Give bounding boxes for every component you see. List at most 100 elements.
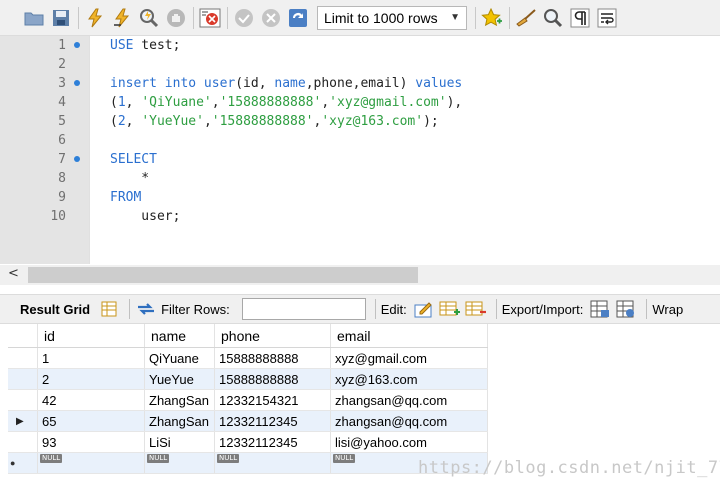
result-data-grid[interactable]: id name phone email 1 QiYuane 1588888888… bbox=[8, 324, 488, 474]
null-badge: NULL bbox=[40, 454, 63, 463]
table-row[interactable]: 1 QiYuane 15888888888 xyz@gmail.com bbox=[8, 348, 488, 369]
code-line-3: 3 insert into user(id, name,phone,email)… bbox=[0, 74, 720, 93]
column-header-name[interactable]: name bbox=[145, 324, 215, 347]
cell-name[interactable]: ZhangSan bbox=[145, 390, 215, 410]
code-line-1: 1 USE test; bbox=[0, 36, 720, 55]
watermark-text: https://blog.csdn.net/njit_77 bbox=[418, 458, 720, 478]
delete-row-icon[interactable] bbox=[465, 298, 487, 320]
cell-id[interactable]: 65 bbox=[38, 411, 145, 431]
line-number: 3 bbox=[58, 76, 66, 91]
table-row[interactable]: 2 YueYue 15888888888 xyz@163.com bbox=[8, 369, 488, 390]
edit-current-row-icon[interactable] bbox=[413, 298, 435, 320]
null-badge: NULL bbox=[217, 454, 240, 463]
cell-email[interactable]: lisi@yahoo.com bbox=[331, 432, 488, 452]
editor-horizontal-scrollbar[interactable]: < bbox=[0, 265, 720, 285]
scrollbar-thumb[interactable] bbox=[28, 267, 418, 283]
new-row-placeholder[interactable]: ● NULL NULL NULL NULL bbox=[8, 453, 488, 474]
code-text: (2, 'YueYue','15888888888','xyz@163.com'… bbox=[110, 114, 439, 129]
null-badge: NULL bbox=[333, 454, 356, 463]
line-number: 10 bbox=[50, 209, 66, 224]
cell-phone[interactable]: 15888888888 bbox=[215, 348, 331, 368]
invisible-chars-pilcrow-icon[interactable] bbox=[568, 6, 592, 30]
row-selector[interactable] bbox=[8, 348, 38, 368]
execute-lightning-icon[interactable] bbox=[83, 6, 107, 30]
grid-layout-icon[interactable] bbox=[98, 298, 120, 320]
cell-id[interactable]: 42 bbox=[38, 390, 145, 410]
panel-splitter[interactable] bbox=[0, 285, 720, 294]
line-number: 7 bbox=[58, 152, 66, 167]
line-number: 1 bbox=[58, 38, 66, 53]
toolbar-separator bbox=[475, 6, 476, 29]
commit-check-icon[interactable] bbox=[232, 6, 256, 30]
cell-phone[interactable]: 15888888888 bbox=[215, 369, 331, 389]
cell-name-null[interactable]: NULL bbox=[145, 453, 215, 473]
statement-marker-icon bbox=[74, 42, 80, 48]
cell-email[interactable]: zhangsan@qq.com bbox=[331, 390, 488, 410]
code-text: user; bbox=[110, 209, 181, 224]
line-number: 5 bbox=[58, 114, 66, 129]
cell-phone[interactable]: 12332112345 bbox=[215, 432, 331, 452]
code-text: (1, 'QiYuane','15888888888','xyz@gmail.c… bbox=[110, 95, 463, 110]
code-text: SELECT bbox=[110, 152, 157, 167]
limit-rows-select[interactable]: Limit to 1000 rows ▼ bbox=[317, 5, 467, 30]
toolbar-separator bbox=[646, 299, 648, 319]
column-header-phone[interactable]: phone bbox=[215, 324, 331, 347]
cell-phone[interactable]: 12332112345 bbox=[215, 411, 331, 431]
row-selector[interactable] bbox=[8, 432, 38, 452]
toolbar-separator bbox=[374, 299, 376, 319]
insert-row-icon[interactable] bbox=[439, 298, 461, 320]
sql-editor[interactable]: 1 USE test; 2 3 insert into user(id, nam… bbox=[0, 36, 720, 264]
cell-email[interactable]: xyz@gmail.com bbox=[331, 348, 488, 368]
limit-rows-value: Limit to 1000 rows bbox=[324, 9, 438, 26]
toggle-error-continue-icon[interactable] bbox=[198, 6, 222, 30]
row-selector-header[interactable] bbox=[8, 324, 38, 347]
code-line-10: 10 user; bbox=[0, 207, 720, 226]
code-line-9: 9 FROM bbox=[0, 188, 720, 207]
column-header-email[interactable]: email bbox=[331, 324, 488, 347]
table-row[interactable]: ▶ 65 ZhangSan 12332112345 zhangsan@qq.co… bbox=[8, 411, 488, 432]
cell-name[interactable]: QiYuane bbox=[145, 348, 215, 368]
execute-current-lightning-icon[interactable] bbox=[110, 6, 134, 30]
stop-hand-icon[interactable] bbox=[164, 6, 188, 30]
import-grid-icon[interactable] bbox=[615, 298, 637, 320]
current-row-arrow-icon[interactable]: ▶ bbox=[8, 411, 38, 431]
cell-id[interactable]: 93 bbox=[38, 432, 145, 452]
cell-phone-null[interactable]: NULL bbox=[215, 453, 331, 473]
null-badge: NULL bbox=[147, 454, 170, 463]
cell-name[interactable]: ZhangSan bbox=[145, 411, 215, 431]
export-grid-icon[interactable] bbox=[589, 298, 611, 320]
save-icon[interactable] bbox=[49, 6, 73, 30]
rollback-cancel-icon[interactable] bbox=[259, 6, 283, 30]
table-row[interactable]: 42 ZhangSan 12332154321 zhangsan@qq.com bbox=[8, 390, 488, 411]
refresh-arrows-icon[interactable] bbox=[135, 298, 157, 320]
row-selector[interactable] bbox=[8, 390, 38, 410]
open-folder-icon[interactable] bbox=[22, 6, 46, 30]
add-snippet-star-icon[interactable] bbox=[480, 6, 504, 30]
table-row[interactable]: 93 LiSi 12332112345 lisi@yahoo.com bbox=[8, 432, 488, 453]
result-grid-tab[interactable]: Result Grid bbox=[20, 302, 90, 317]
filter-rows-input[interactable] bbox=[241, 298, 366, 320]
cell-id-null[interactable]: NULL bbox=[38, 453, 145, 473]
cell-name[interactable]: YueYue bbox=[145, 369, 215, 389]
column-header-id[interactable]: id bbox=[38, 324, 145, 347]
code-text: USE test; bbox=[110, 38, 181, 53]
toolbar-separator bbox=[129, 299, 131, 319]
explain-magnifier-icon[interactable] bbox=[137, 6, 161, 30]
cell-id[interactable]: 2 bbox=[38, 369, 145, 389]
chevron-down-icon: ▼ bbox=[450, 12, 460, 23]
cell-phone[interactable]: 12332154321 bbox=[215, 390, 331, 410]
cell-email[interactable]: zhangsan@qq.com bbox=[331, 411, 488, 431]
word-wrap-icon[interactable] bbox=[595, 6, 619, 30]
grid-header-row: id name phone email bbox=[8, 324, 488, 348]
row-selector[interactable] bbox=[8, 369, 38, 389]
autocommit-toggle-icon[interactable] bbox=[286, 6, 310, 30]
scroll-left-icon[interactable]: < bbox=[8, 266, 19, 281]
find-magnifier-icon[interactable] bbox=[541, 6, 565, 30]
beautify-broom-icon[interactable] bbox=[514, 6, 538, 30]
toolbar-separator bbox=[193, 6, 194, 29]
cell-id[interactable]: 1 bbox=[38, 348, 145, 368]
wrap-cell-content-toggle[interactable]: Wrap bbox=[652, 302, 683, 317]
toolbar-separator bbox=[509, 6, 510, 29]
cell-name[interactable]: LiSi bbox=[145, 432, 215, 452]
cell-email[interactable]: xyz@163.com bbox=[331, 369, 488, 389]
